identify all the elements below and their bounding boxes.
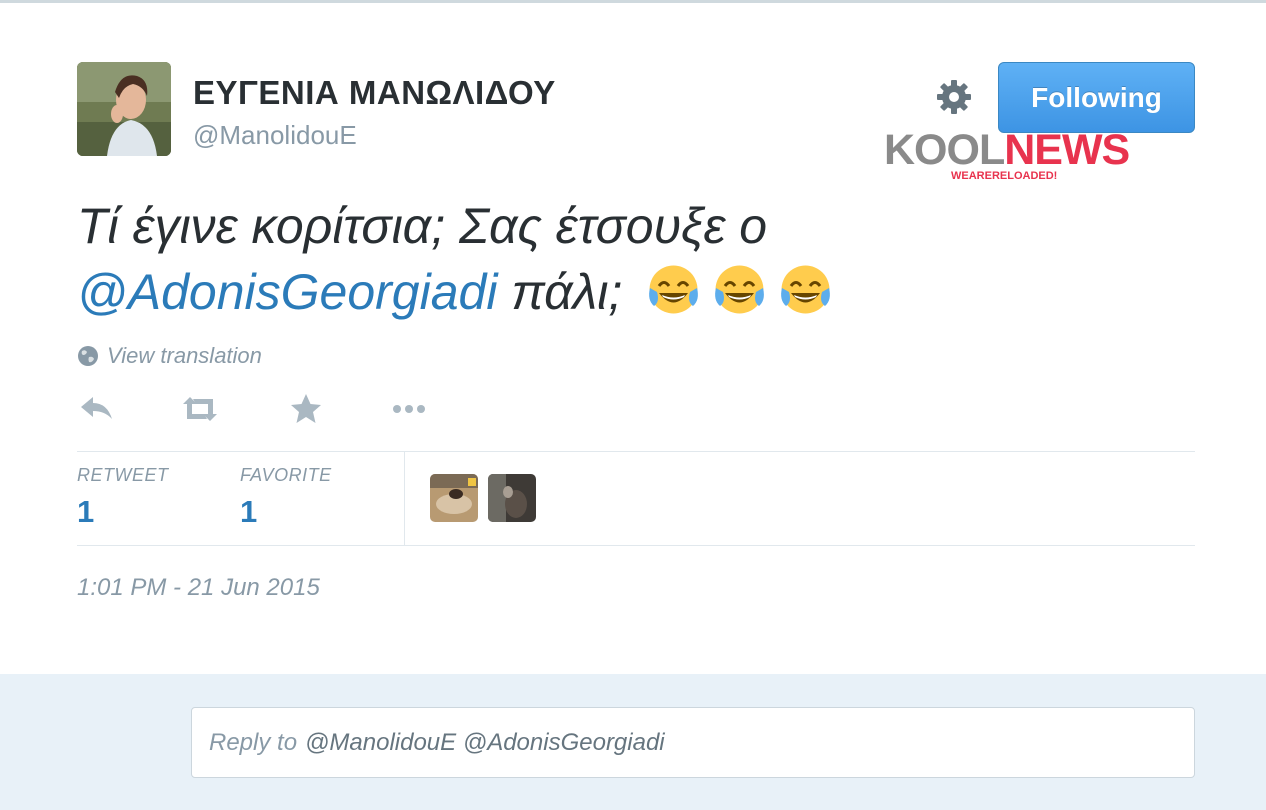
display-name[interactable]: ΕΥΓΕΝΙΑ ΜΑΝΩΛΙΔΟΥ: [193, 74, 556, 112]
koolnews-watermark-logo: KOOLNEWS: [884, 126, 1130, 175]
tweet-timestamp[interactable]: 1:01 PM - 21 Jun 2015: [77, 574, 320, 602]
favoriter-avatar[interactable]: [430, 474, 478, 522]
stats-top-divider: [77, 451, 1195, 452]
watermark-logo-part1: KOOL: [884, 126, 1005, 174]
view-translation-link[interactable]: View translation: [77, 343, 262, 369]
face-with-tears-of-joy-icon: [649, 265, 699, 314]
mention-link[interactable]: @AdonisGeorgiadi: [77, 264, 497, 320]
gear-icon[interactable]: [933, 76, 975, 118]
favoriter-avatar[interactable]: [488, 474, 536, 522]
watermark-tagline: WEARERELOADED!: [951, 170, 1058, 182]
face-with-tears-of-joy-icon: [781, 265, 831, 314]
tweet-text-line1: Τί έγινε κορίτσια; Σας έτσουξε ο: [77, 198, 768, 254]
favorite-star-icon[interactable]: [286, 392, 326, 426]
following-button[interactable]: Following: [998, 62, 1195, 133]
tweet-text-rest: πάλι;: [511, 264, 623, 320]
tweet-text: Τί έγινε κορίτσια; Σας έτσουξε ο @Adonis…: [77, 193, 1187, 325]
more-dots-icon[interactable]: [389, 392, 429, 426]
reply-recipients: @ManolidouE @AdonisGeorgiadi: [305, 728, 665, 756]
emoji-row: [646, 262, 833, 317]
profile-avatar[interactable]: [77, 62, 171, 156]
user-handle[interactable]: @ManolidouE: [193, 120, 357, 151]
view-translation-label: View translation: [107, 343, 262, 368]
retweet-count[interactable]: 1: [77, 494, 94, 530]
face-with-tears-of-joy-icon: [715, 265, 765, 314]
top-border: [0, 0, 1266, 3]
tweet-text-line2: @AdonisGeorgiadi πάλι;: [77, 259, 1187, 325]
favorite-count[interactable]: 1: [240, 494, 257, 530]
globe-icon: [78, 346, 98, 366]
retweet-icon[interactable]: [180, 392, 220, 426]
watermark-logo-part2: NEWS: [1004, 126, 1130, 174]
retweet-count-label[interactable]: RETWEET: [77, 465, 169, 486]
favorite-count-label[interactable]: FAVORITE: [240, 465, 332, 486]
reply-input[interactable]: Reply to @ManolidouE @AdonisGeorgiadi: [191, 707, 1195, 778]
reply-icon[interactable]: [77, 392, 117, 426]
reply-prefix: Reply to: [209, 728, 298, 756]
stats-bottom-divider: [77, 545, 1195, 546]
stats-vertical-divider: [404, 452, 405, 545]
